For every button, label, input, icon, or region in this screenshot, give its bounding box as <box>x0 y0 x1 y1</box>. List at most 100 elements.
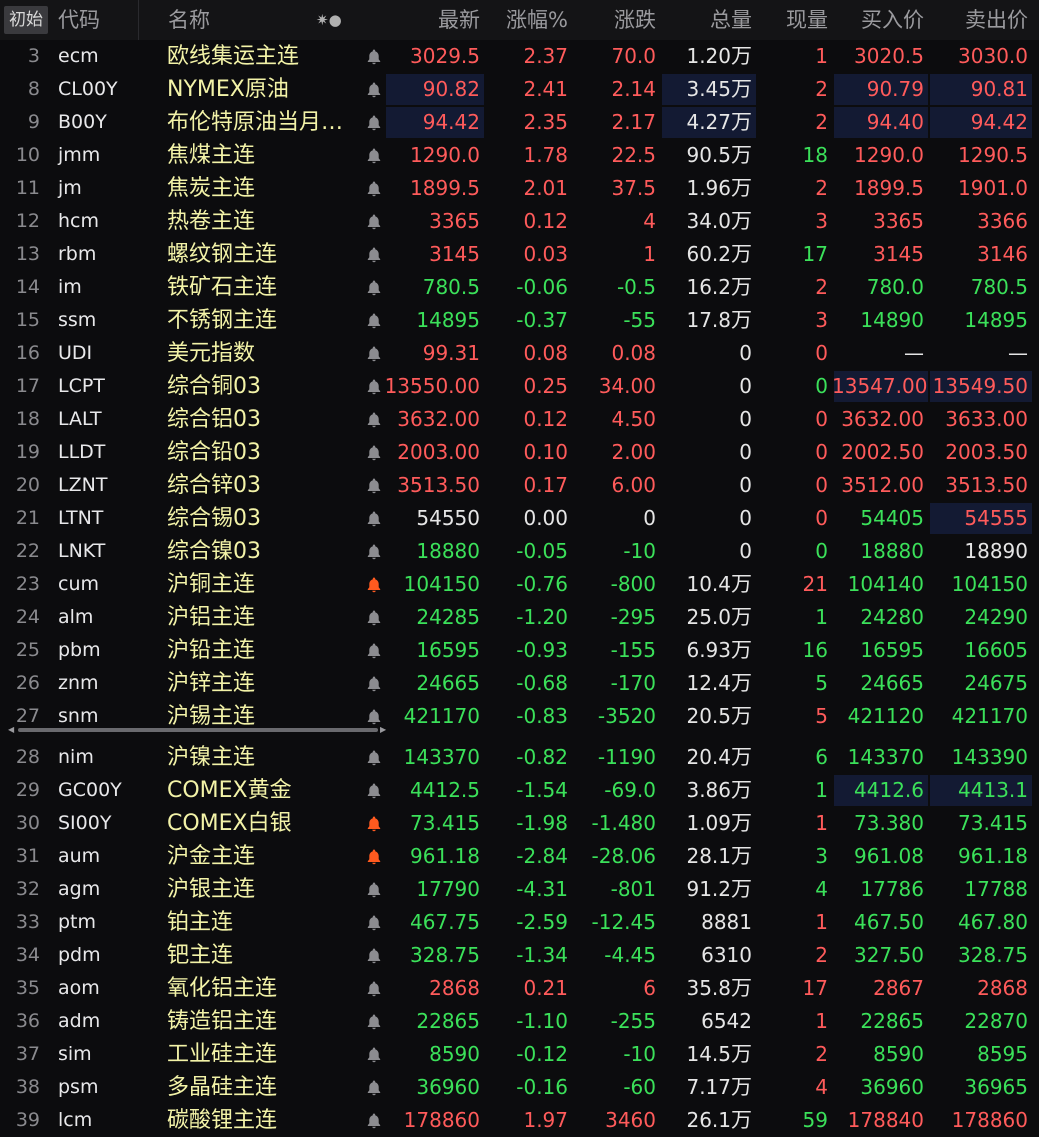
table-row[interactable]: 12 hcm 热卷主连 3365 0.12 4 34.0万 3 3365 3366 <box>0 205 1039 238</box>
table-row[interactable]: 22 LNKT 综合镍03 18880 -0.05 -10 0 0 18880 18890 <box>0 535 1039 568</box>
alert-bell-icon[interactable] <box>364 509 384 529</box>
symbol-name[interactable]: 钯主连 <box>167 939 357 972</box>
table-row[interactable]: 14 im 铁矿石主连 780.5 -0.06 -0.5 16.2万 2 780.0 780.5 <box>0 271 1039 304</box>
alert-bell-icon[interactable] <box>364 542 384 562</box>
symbol-name[interactable]: 布伦特原油当月… <box>167 106 357 139</box>
alert-bell-icon[interactable] <box>364 278 384 298</box>
symbol-name[interactable]: 沪铜主连 <box>167 568 357 601</box>
table-row[interactable]: 23 cum 沪铜主连 104150 -0.76 -800 10.4万 21 104140 104… <box>0 568 1039 601</box>
alert-bell-icon[interactable] <box>364 575 384 595</box>
symbol-code[interactable]: B00Y <box>58 106 168 139</box>
table-row[interactable]: 33 ptm 铂主连 467.75 -2.59 -12.45 8881 1 467.50 467.… <box>0 906 1039 939</box>
table-row[interactable]: 28 nim 沪镍主连 143370 -0.82 -1190 20.4万 6 143370 143… <box>0 741 1039 774</box>
symbol-name[interactable]: 螺纹钢主连 <box>167 238 357 271</box>
table-row[interactable]: 29 GC00Y COMEX黄金 4412.5 -1.54 -69.0 3.86万 1 4412… <box>0 774 1039 807</box>
symbol-code[interactable]: LALT <box>58 403 168 436</box>
symbol-name[interactable]: 综合铝03 <box>167 403 357 436</box>
symbol-code[interactable]: im <box>58 271 168 304</box>
symbol-name[interactable]: 综合铅03 <box>167 436 357 469</box>
alert-bell-icon[interactable] <box>364 47 384 67</box>
symbol-name[interactable]: 欧线集运主连 <box>167 40 357 73</box>
scroll-left-icon[interactable]: ◀ <box>8 726 14 734</box>
alert-bell-icon[interactable] <box>364 1012 384 1032</box>
table-row[interactable]: 13 rbm 螺纹钢主连 3145 0.03 1 60.2万 17 3145 3146 <box>0 238 1039 271</box>
symbol-name[interactable]: 沪金主连 <box>167 840 357 873</box>
symbol-code[interactable]: psm <box>58 1071 168 1104</box>
symbol-code[interactable]: agm <box>58 873 168 906</box>
symbol-code[interactable]: jm <box>58 172 168 205</box>
symbol-name[interactable]: COMEX黄金 <box>167 774 357 807</box>
alert-bell-icon[interactable] <box>364 179 384 199</box>
symbol-code[interactable]: LLDT <box>58 436 168 469</box>
symbol-name[interactable]: 工业硅主连 <box>167 1038 357 1071</box>
symbol-name[interactable]: 铸造铝主连 <box>167 1005 357 1038</box>
table-row[interactable]: 32 agm 沪银主连 17790 -4.31 -801 91.2万 4 17786 17788 <box>0 873 1039 906</box>
symbol-code[interactable]: LZNT <box>58 469 168 502</box>
alert-bell-icon[interactable] <box>364 1078 384 1098</box>
symbol-code[interactable]: pdm <box>58 939 168 972</box>
symbol-name[interactable]: 热卷主连 <box>167 205 357 238</box>
symbol-code[interactable]: rbm <box>58 238 168 271</box>
table-row[interactable]: 11 jm 焦炭主连 1899.5 2.01 37.5 1.96万 2 1899.5 1901.0 <box>0 172 1039 205</box>
table-row[interactable]: 36 adm 铸造铝主连 22865 -1.10 -255 6542 1 22865 22870 <box>0 1005 1039 1038</box>
alert-bell-icon[interactable] <box>364 146 384 166</box>
alert-bell-icon[interactable] <box>364 847 384 867</box>
symbol-name[interactable]: 综合铜03 <box>167 370 357 403</box>
symbol-code[interactable]: znm <box>58 667 168 700</box>
table-row[interactable]: 18 LALT 综合铝03 3632.00 0.12 4.50 0 0 3632.00 3633.… <box>0 403 1039 436</box>
column-header-volume[interactable]: 总量 <box>660 0 752 40</box>
alert-bell-icon[interactable] <box>364 113 384 133</box>
symbol-code[interactable]: pbm <box>58 634 168 667</box>
horizontal-scrollbar[interactable]: ◀ ▶ <box>8 726 388 734</box>
symbol-code[interactable]: ssm <box>58 304 168 337</box>
symbol-name[interactable]: 沪镍主连 <box>167 741 357 774</box>
table-row[interactable]: 16 UDI 美元指数 99.31 0.08 0.08 0 0 — — <box>0 337 1039 370</box>
symbol-code[interactable]: LTNT <box>58 502 168 535</box>
alert-bell-icon[interactable] <box>364 410 384 430</box>
alert-bell-icon[interactable] <box>364 377 384 397</box>
symbol-code[interactable]: adm <box>58 1005 168 1038</box>
table-row[interactable]: 38 psm 多晶硅主连 36960 -0.16 -60 7.17万 4 36960 36965 <box>0 1071 1039 1104</box>
table-row[interactable]: 34 pdm 钯主连 328.75 -1.34 -4.45 6310 2 327.50 328.7… <box>0 939 1039 972</box>
symbol-code[interactable]: aum <box>58 840 168 873</box>
symbol-name[interactable]: NYMEX原油 <box>167 73 357 106</box>
table-row[interactable]: 35 aom 氧化铝主连 2868 0.21 6 35.8万 17 2867 2868 <box>0 972 1039 1005</box>
table-row[interactable]: 20 LZNT 综合锌03 3513.50 0.17 6.00 0 0 3512.00 3513.… <box>0 469 1039 502</box>
column-header-name[interactable]: 名称 <box>168 0 210 40</box>
symbol-code[interactable]: LNKT <box>58 535 168 568</box>
table-row[interactable]: 21 LTNT 综合锡03 54550 0.00 0 0 0 54405 54555 <box>0 502 1039 535</box>
symbol-code[interactable]: alm <box>58 601 168 634</box>
symbol-name[interactable]: 沪锌主连 <box>167 667 357 700</box>
column-header-chg[interactable]: 涨跌 <box>572 0 656 40</box>
table-row[interactable]: 25 pbm 沪铅主连 16595 -0.93 -155 6.93万 16 16595 16605 <box>0 634 1039 667</box>
column-header-last[interactable]: 最新 <box>384 0 480 40</box>
alert-bell-icon[interactable] <box>364 814 384 834</box>
alert-bell-icon[interactable] <box>364 781 384 801</box>
symbol-code[interactable]: lcm <box>58 1104 168 1137</box>
symbol-name[interactable]: 不锈钢主连 <box>167 304 357 337</box>
symbol-name[interactable]: 综合锡03 <box>167 502 357 535</box>
symbol-code[interactable]: UDI <box>58 337 168 370</box>
symbol-code[interactable]: aom <box>58 972 168 1005</box>
symbol-name[interactable]: 焦炭主连 <box>167 172 357 205</box>
symbol-name[interactable]: 氧化铝主连 <box>167 972 357 1005</box>
alert-bell-icon[interactable] <box>364 1045 384 1065</box>
symbol-name[interactable]: 美元指数 <box>167 337 357 370</box>
table-row[interactable]: 9 B00Y 布伦特原油当月… 94.42 2.35 2.17 4.27万 2 94.40 94.… <box>0 106 1039 139</box>
column-header-code[interactable]: 代码 <box>58 0 100 40</box>
alert-bell-icon[interactable] <box>364 80 384 100</box>
table-row[interactable]: 37 sim 工业硅主连 8590 -0.12 -10 14.5万 2 8590 8595 <box>0 1038 1039 1071</box>
symbol-name[interactable]: 沪铝主连 <box>167 601 357 634</box>
symbol-code[interactable]: ecm <box>58 40 168 73</box>
symbol-name[interactable]: 沪铅主连 <box>167 634 357 667</box>
table-row[interactable]: 3 ecm 欧线集运主连 3029.5 2.37 70.0 1.20万 1 3020.5 3030… <box>0 40 1039 73</box>
symbol-code[interactable]: sim <box>58 1038 168 1071</box>
symbol-code[interactable]: SI00Y <box>58 807 168 840</box>
table-row[interactable]: 10 jmm 焦煤主连 1290.0 1.78 22.5 90.5万 18 1290.0 1290… <box>0 139 1039 172</box>
symbol-code[interactable]: ptm <box>58 906 168 939</box>
table-row[interactable]: 17 LCPT 综合铜03 13550.00 0.25 34.00 0 0 13547.00 13… <box>0 370 1039 403</box>
alert-bell-icon[interactable] <box>364 641 384 661</box>
table-row[interactable]: 39 lcm 碳酸锂主连 178860 1.97 3460 26.1万 59 178840 178… <box>0 1104 1039 1137</box>
symbol-name[interactable]: 碳酸锂主连 <box>167 1104 357 1137</box>
table-row[interactable]: 26 znm 沪锌主连 24665 -0.68 -170 12.4万 5 24665 24675 <box>0 667 1039 700</box>
